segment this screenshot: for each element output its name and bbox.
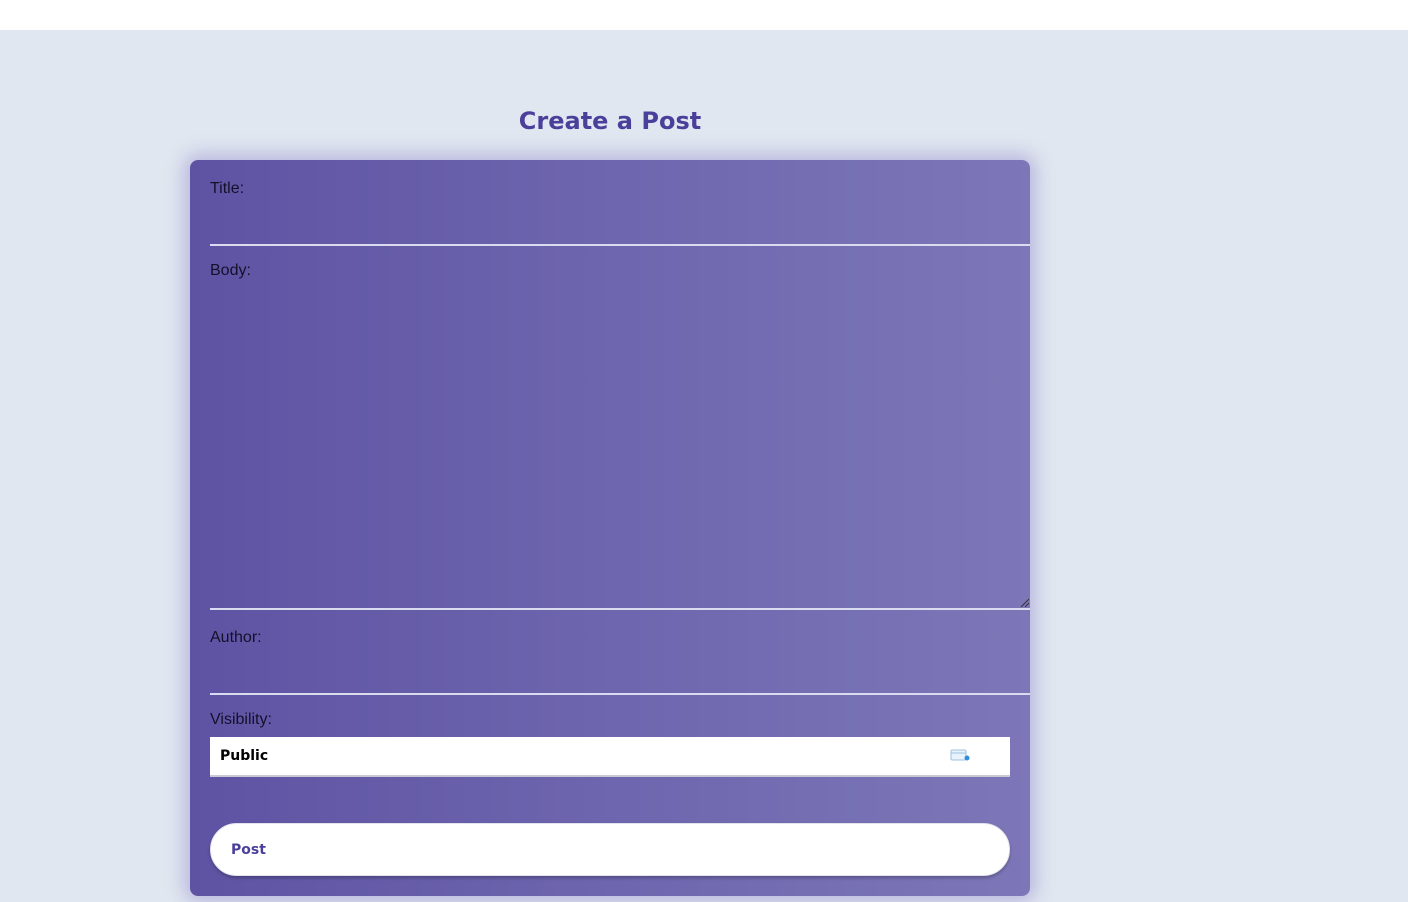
visibility-select[interactable]: Public [210,737,1010,777]
title-input[interactable] [210,206,1030,246]
page-title: Create a Post [518,107,702,135]
visibility-label: Visibility: [210,711,272,728]
author-label: Author: [210,629,262,646]
body-label: Body: [210,262,251,279]
body-textarea[interactable] [210,288,1030,610]
author-input[interactable] [210,655,1030,695]
top-bar [0,0,1408,30]
create-post-form: Title: Body: Author: Visibility: Public … [190,160,1030,896]
visibility-selected-value: Public [220,748,269,764]
resize-grip-icon[interactable] [1020,598,1029,607]
post-button[interactable]: Post [210,823,1010,876]
autofill-card-icon [950,749,970,761]
title-label: Title: [210,180,245,197]
